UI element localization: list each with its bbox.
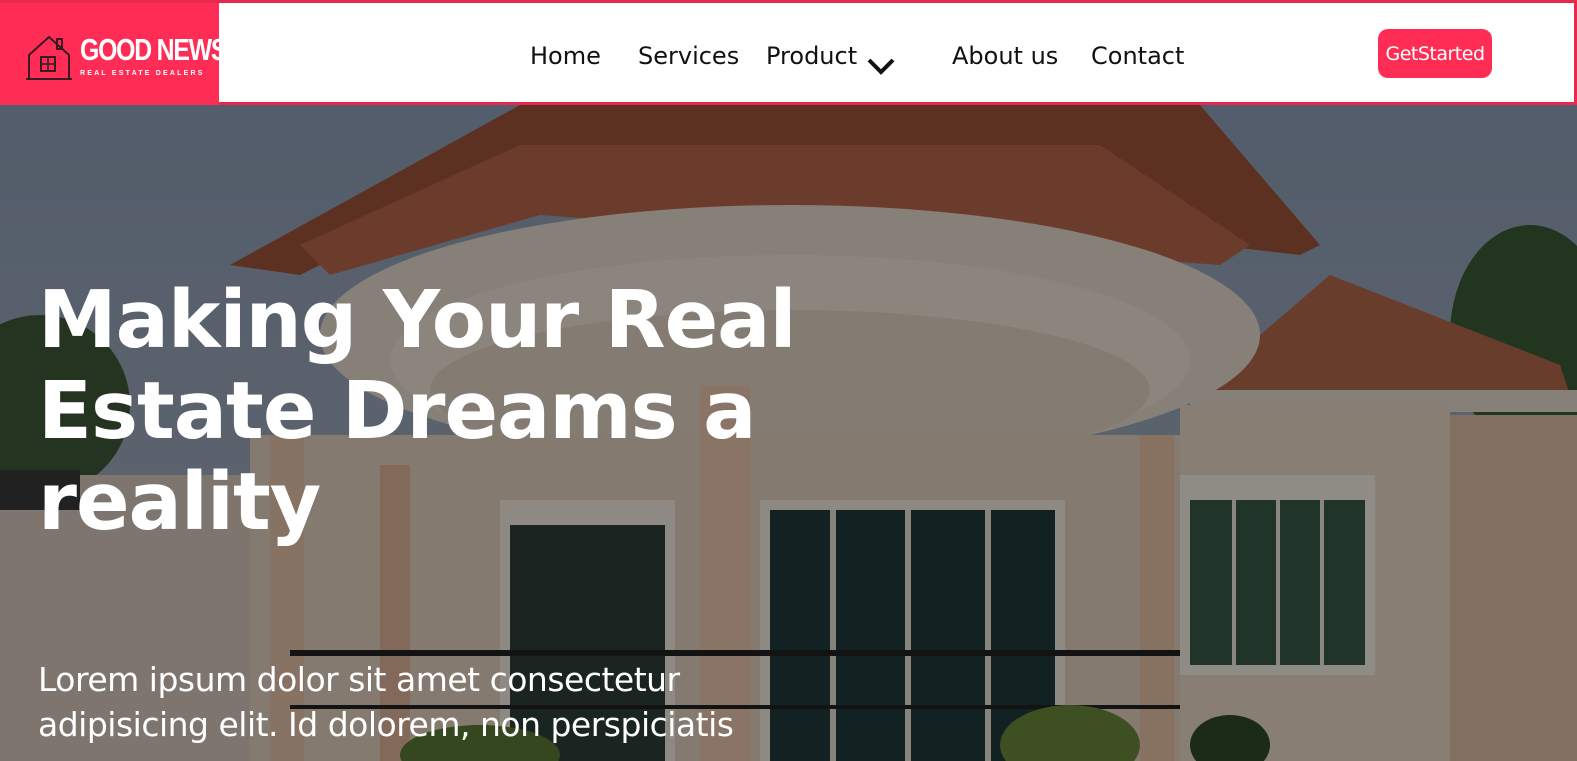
nav-home[interactable]: Home — [530, 41, 601, 71]
chevron-down-icon[interactable] — [866, 55, 896, 77]
hero-section: Making Your Real Estate Dreams a reality… — [0, 105, 1577, 761]
site-header: GOOD NEWS REAL ESTATE DEALERS Home Servi… — [0, 0, 1577, 108]
brand-name: GOOD NEWS — [80, 32, 227, 67]
house-icon — [26, 35, 72, 80]
nav-services[interactable]: Services — [638, 41, 739, 71]
logo[interactable]: GOOD NEWS REAL ESTATE DEALERS — [0, 3, 227, 108]
brand-tagline: REAL ESTATE DEALERS — [80, 70, 205, 77]
hero-body-text: Lorem ipsum dolor sit amet consectetur a… — [38, 660, 734, 744]
nav-product[interactable]: Product — [766, 41, 857, 71]
nav-about-us[interactable]: About us — [952, 41, 1058, 71]
get-started-button[interactable]: GetStarted — [1378, 29, 1492, 78]
hero-headline: Making Your Real Estate Dreams a reality — [38, 274, 797, 548]
nav-contact[interactable]: Contact — [1091, 41, 1184, 71]
